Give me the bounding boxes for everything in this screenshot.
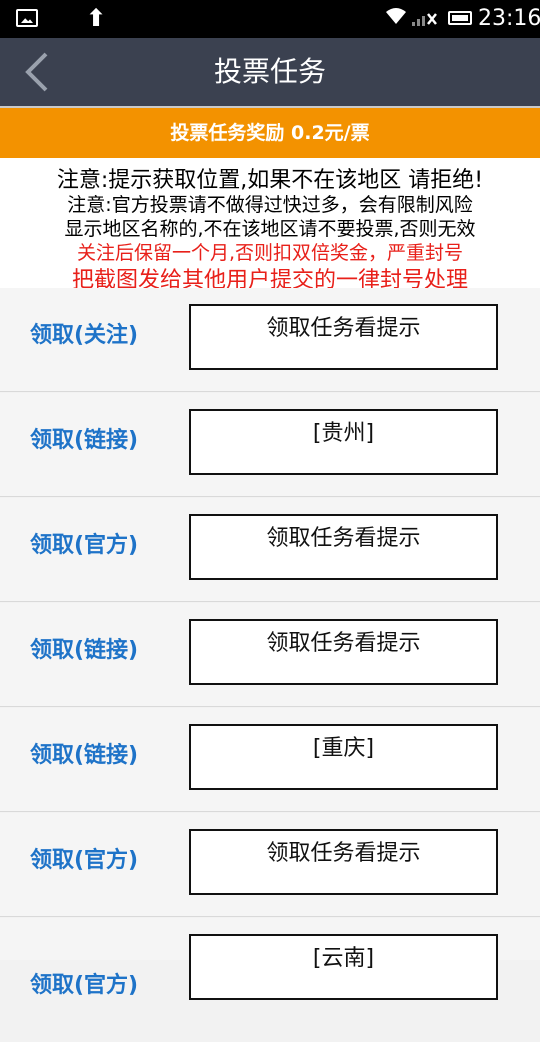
task-info-text: 领取任务看提示 [266, 316, 421, 341]
task-info-text: 领取任务看提示 [266, 526, 421, 551]
task-info-box: 领取任务看提示 [189, 514, 498, 580]
claim-button[interactable]: 领取(链接) [30, 603, 138, 707]
wifi-icon [384, 6, 408, 32]
claim-button[interactable]: 领取(链接) [30, 708, 138, 812]
notice-line: 注意:官方投票请不做得过快过多，会有限制风险 [67, 194, 473, 216]
task-row[interactable]: 领取(官方) 领取任务看提示 [0, 813, 540, 917]
task-row[interactable]: 领取(链接) [重庆] [0, 708, 540, 812]
claim-button[interactable]: 领取(官方) [30, 938, 138, 1042]
task-info-box: [云南] [189, 934, 498, 1000]
battery-icon [448, 11, 472, 25]
title-bar: 投票任务 [0, 38, 540, 108]
claim-button[interactable]: 领取(关注) [30, 288, 138, 392]
task-info-box: 领取任务看提示 [189, 829, 498, 895]
task-row[interactable]: 领取(链接) 领取任务看提示 [0, 603, 540, 707]
claim-button[interactable]: 领取(链接) [30, 393, 138, 497]
task-row[interactable]: 领取(官方) 领取任务看提示 [0, 498, 540, 602]
notice-panel: 注意:提示获取位置,如果不在该地区 请拒绝! 注意:官方投票请不做得过快过多，会… [0, 158, 540, 293]
task-info-text: [云南] [312, 946, 375, 971]
claim-button[interactable]: 领取(官方) [30, 813, 138, 917]
task-row[interactable]: 领取(关注) 领取任务看提示 [0, 288, 540, 392]
notice-line: 显示地区名称的,不在该地区请不要投票,否则无效 [64, 218, 476, 240]
task-info-box: [贵州] [189, 409, 498, 475]
task-info-text: 领取任务看提示 [266, 631, 421, 656]
warning-line: 关注后保留一个月,否则扣双倍奖金，严重封号 [76, 242, 464, 264]
page-title: 投票任务 [213, 55, 326, 88]
claim-button[interactable]: 领取(官方) [30, 498, 138, 602]
task-info-box: 领取任务看提示 [189, 304, 498, 370]
usb-icon: ⬆ [86, 4, 107, 32]
task-info-text: [重庆] [312, 736, 375, 761]
image-icon [16, 9, 38, 27]
task-info-box: [重庆] [189, 724, 498, 790]
status-bar: ⬆ 23:16 [0, 0, 540, 38]
task-row[interactable]: 领取(链接) [贵州] [0, 393, 540, 497]
signal-icon [410, 8, 438, 33]
task-info-text: [贵州] [312, 421, 375, 446]
task-row[interactable]: 领取(官方) [云南] [0, 918, 540, 1000]
task-info-text: 领取任务看提示 [266, 841, 421, 866]
reward-banner: 投票任务奖励 0.2元/票 [0, 108, 540, 158]
status-time: 23:16 [478, 6, 540, 31]
task-info-box: 领取任务看提示 [189, 619, 498, 685]
